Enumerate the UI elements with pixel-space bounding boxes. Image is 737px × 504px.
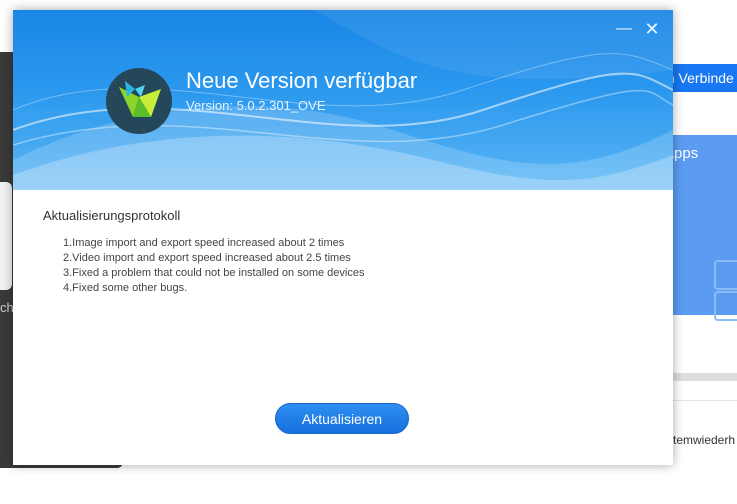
dialog-header: — ✕ Neue Version verfügbar Version: 5.0.… (13, 10, 673, 190)
background-progress-bar (670, 373, 737, 381)
changelog-item: 4.Fixed some other bugs. (63, 282, 188, 294)
close-button[interactable]: ✕ (641, 18, 663, 40)
background-left-text: ch (0, 300, 14, 315)
background-divider (673, 400, 737, 401)
app-tile-icon (714, 260, 737, 290)
minimize-button[interactable]: — (613, 18, 635, 40)
app-tile-icon (714, 291, 737, 321)
changelog-item: 3.Fixed a problem that could not be inst… (63, 267, 365, 279)
changelog-heading: Aktualisierungsprotokoll (43, 208, 181, 223)
background-bottom-text: temwiederh (673, 433, 736, 447)
background-card (0, 182, 12, 290)
changelog-item: 1.Image import and export speed increase… (63, 237, 345, 249)
update-button[interactable]: Aktualisieren (275, 403, 409, 434)
version-text: Version: 5.0.2.301_OVE (186, 98, 326, 113)
changelog-item: 2.Video import and export speed increase… (63, 252, 351, 264)
update-dialog: — ✕ Neue Version verfügbar Version: 5.0.… (13, 10, 673, 465)
changelog-list: 1.Image import and export speed increase… (63, 236, 364, 296)
app-logo-icon (106, 68, 172, 134)
dialog-title: Neue Version verfügbar (186, 68, 418, 93)
